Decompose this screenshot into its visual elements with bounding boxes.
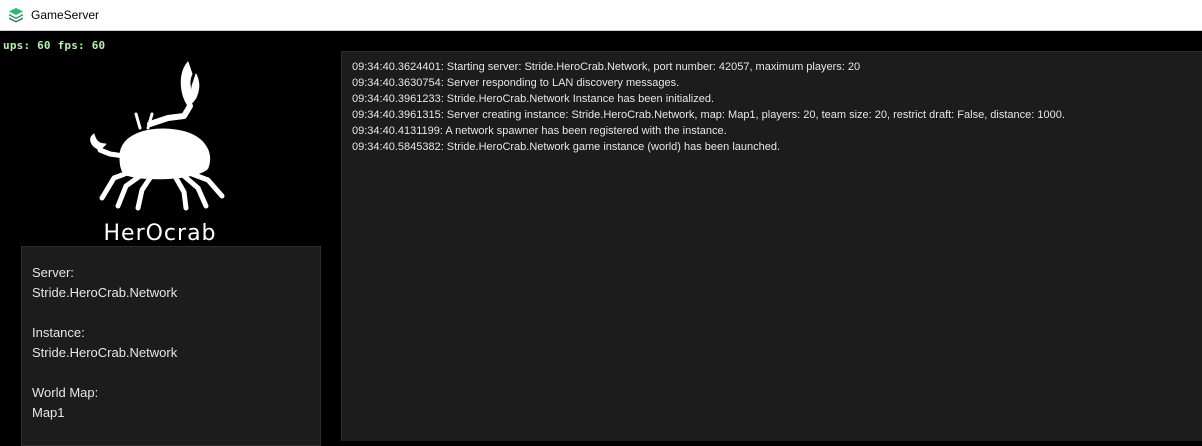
- herocrab-logo: HerOcrab: [80, 56, 240, 251]
- world-map-label: World Map:: [32, 385, 99, 400]
- log-line: 09:34:40.3630754: Server responding to L…: [352, 77, 680, 89]
- instance-value: Stride.HeroCrab.Network: [32, 345, 178, 360]
- server-label: Server:: [32, 265, 74, 280]
- log-line: 09:34:40.3961233: Stride.HeroCrab.Networ…: [352, 93, 715, 105]
- log-panel[interactable]: 09:34:40.3624401: Starting server: Strid…: [341, 51, 1202, 441]
- log-line: 09:34:40.4131199: A network spawner has …: [352, 125, 727, 137]
- game-server-client: ups: 60 fps: 60 HerOcrab Server: Stride.…: [0, 31, 1202, 446]
- server-info-panel: Server: Stride.HeroCrab.Network Instance…: [21, 246, 321, 446]
- instance-info: Instance: Stride.HeroCrab.Network: [32, 323, 310, 363]
- logo-wordmark: HerOcrab: [103, 221, 217, 246]
- log-line: 09:34:40.3961315: Server creating instan…: [352, 109, 1065, 121]
- world-map-value: Map1: [32, 405, 65, 420]
- title-bar[interactable]: GameServer: [0, 0, 1202, 31]
- window-title: GameServer: [31, 8, 100, 22]
- server-value: Stride.HeroCrab.Network: [32, 285, 178, 300]
- stats-readout: ups: 60 fps: 60: [3, 39, 106, 52]
- log-line: 09:34:40.3624401: Starting server: Strid…: [352, 61, 861, 73]
- world-map-info: World Map: Map1: [32, 383, 310, 423]
- log-line: 09:34:40.5845382: Stride.HeroCrab.Networ…: [352, 141, 781, 153]
- instance-label: Instance:: [32, 325, 85, 340]
- layers-icon: [8, 7, 24, 23]
- server-info: Server: Stride.HeroCrab.Network: [32, 263, 310, 303]
